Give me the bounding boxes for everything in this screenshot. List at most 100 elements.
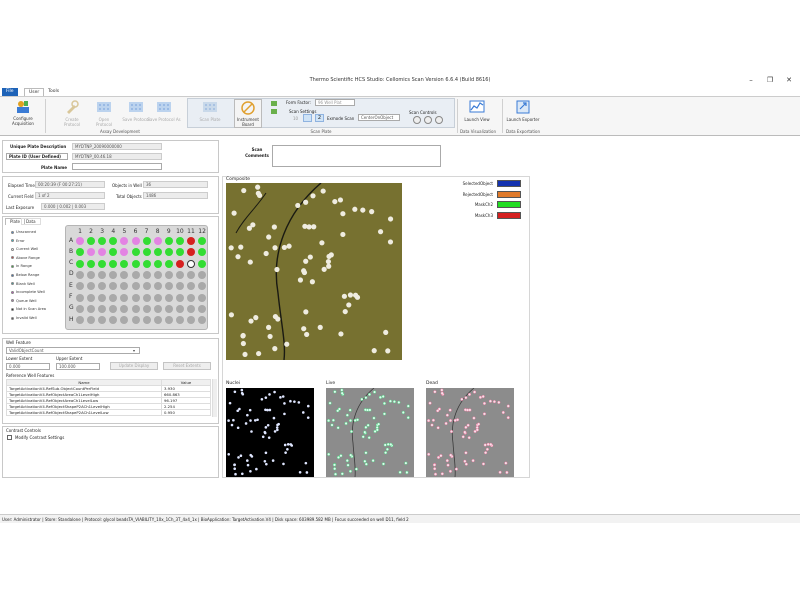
plate-well[interactable] [142,248,151,257]
launch-view-button[interactable]: Launch View [462,99,492,122]
plate-well[interactable] [198,282,207,291]
plate-well[interactable] [175,316,184,325]
plate-well[interactable] [120,304,129,313]
pause-scan-icon[interactable] [424,116,432,124]
plate-well[interactable] [120,259,129,268]
maximize-icon[interactable]: ❐ [763,75,777,85]
plate-well[interactable] [87,293,96,302]
plate-well[interactable] [131,316,140,325]
plate-well[interactable] [131,304,140,313]
plate-well[interactable] [76,316,84,325]
update-display-button[interactable]: Update Display [110,362,158,370]
open-protocol-button[interactable]: Open Protocol [90,99,118,127]
plate-well[interactable] [76,237,84,245]
plate-well[interactable] [142,237,151,245]
plate-well[interactable] [87,270,96,279]
plate-well[interactable] [198,293,207,302]
plate-well[interactable] [109,304,118,313]
plate-well[interactable] [187,282,195,291]
create-protocol-button[interactable]: Create Protocol [58,99,86,127]
plate-well[interactable] [120,237,129,245]
plate-well[interactable] [175,270,184,279]
plate-well[interactable] [131,248,140,257]
plate-well[interactable] [164,316,173,325]
plate-well[interactable] [98,316,107,325]
plate-well[interactable] [131,259,140,268]
plate-well[interactable] [153,282,162,291]
plate-well[interactable] [87,248,96,257]
plate-well[interactable] [131,237,140,245]
plate-well[interactable] [198,259,207,268]
close-icon[interactable]: ✕ [782,75,796,85]
plate-well[interactable] [164,293,173,302]
plate-well[interactable] [109,237,118,245]
plate-well[interactable] [142,304,151,313]
plate-well[interactable] [120,293,129,302]
table-scrollbar[interactable] [212,379,217,417]
well-feature-select[interactable]: ValidObjectCount [6,347,140,354]
stop-scan-icon[interactable] [435,116,443,124]
plate-well[interactable] [187,237,195,245]
plate-well[interactable] [98,237,107,245]
plate-well[interactable] [187,270,195,279]
plate-well[interactable] [187,293,195,302]
plate-well[interactable] [87,304,96,313]
composite-image[interactable] [226,183,402,360]
plate-well[interactable] [142,316,151,325]
plate-well[interactable] [87,282,96,291]
settings-button-2[interactable]: 2 [315,114,324,122]
plate-well[interactable] [153,304,162,313]
plate-well[interactable] [109,293,118,302]
plate-well[interactable] [109,316,118,325]
plate-well[interactable] [109,270,118,279]
chevron-down-icon[interactable]: ▾ [133,348,135,353]
plate-well[interactable] [76,248,84,257]
live-image[interactable] [326,388,414,477]
plate-well[interactable] [76,304,84,313]
plate-well[interactable] [198,237,207,245]
plate-well[interactable] [120,248,129,257]
tab-file[interactable]: File [2,88,18,96]
scan-comments-field[interactable] [272,145,441,167]
plate-well[interactable] [76,282,84,291]
plate-name-field[interactable] [72,163,162,170]
plate-well[interactable] [109,282,118,291]
plate-well[interactable] [109,259,118,268]
plate-well[interactable] [198,270,207,279]
minimize-icon[interactable]: – [744,75,758,85]
plate-well[interactable] [164,270,173,279]
modify-contrast-checkbox[interactable] [7,435,12,440]
plate-well[interactable] [87,259,96,268]
plate-well[interactable] [142,293,151,302]
save-protocol-as-button[interactable]: Save Protocol As [145,99,183,122]
plate-well[interactable] [131,293,140,302]
configure-acquisition-button[interactable]: Configure Acquisition [6,99,40,126]
plate-well[interactable] [142,259,151,268]
plate-well[interactable] [98,248,107,257]
object-legend-swatch[interactable] [497,201,521,208]
plate-well[interactable] [98,293,107,302]
plate-well[interactable] [109,248,118,257]
tab-user[interactable]: User [24,88,45,96]
plate-well[interactable] [198,304,207,313]
plate-well[interactable] [153,237,162,245]
plate-well[interactable] [153,293,162,302]
table-row[interactable]: TargetActivationV4.RefObjectShapeP2ACh1L… [6,409,211,416]
instrument-board-button[interactable]: Instrument Board [234,99,262,128]
plate-well[interactable] [175,282,184,291]
reset-extents-button[interactable]: Reset Extents [163,362,211,370]
plate-well[interactable] [175,293,184,302]
object-legend-swatch[interactable] [497,190,521,198]
plate-well[interactable] [187,259,195,268]
plate-well[interactable] [87,237,96,245]
plate-well[interactable] [153,259,162,268]
plate-well[interactable] [175,237,184,245]
dead-image[interactable] [426,388,514,477]
plate-well[interactable] [76,293,84,302]
plate-id-select[interactable]: Plate ID (User Defined) [6,153,68,160]
plate-well[interactable] [98,282,107,291]
plate-well[interactable] [164,248,173,257]
plate-well[interactable] [98,259,107,268]
plate-well[interactable] [164,259,173,268]
plate-id-field[interactable]: MYDTNP_00.46.18 [72,153,162,160]
